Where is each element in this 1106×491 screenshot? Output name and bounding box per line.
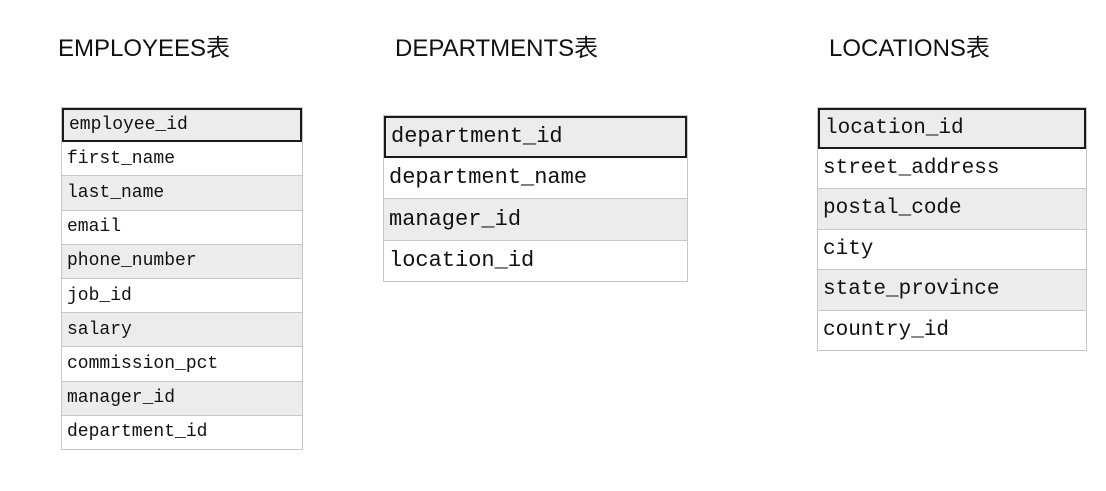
locations-table-title: LOCATIONS表 [829,35,990,62]
employees-field-list: employee_id first_name last_name email phone… [61,107,303,450]
employees-table-title: EMPLOYEES表 [58,35,231,62]
departments-field-department-id: department_id [384,116,687,158]
locations-field-country-id: country_id [818,311,1086,351]
departments-field-location-id: location_id [384,241,687,282]
employees-field-phone-number: phone_number [62,244,302,279]
employees-field-employee-id: employee_id [62,108,302,143]
departments-field-department-name: department_name [384,158,687,199]
departments-table-title: DEPARTMENTS表 [395,35,599,62]
locations-field-list: location_id street_address postal_code city… [817,107,1087,351]
employees-field-last-name: last_name [62,176,302,211]
locations-field-location-id: location_id [818,108,1086,149]
employees-field-email: email [62,211,302,245]
employees-field-department-id: department_id [62,416,302,450]
employees-field-commission-pct: commission_pct [62,347,302,382]
departments-field-manager-id: manager_id [384,199,687,241]
employees-field-manager-id: manager_id [62,381,302,416]
departments-field-list: department_id department_name manager_id lo… [383,115,688,282]
locations-field-postal-code: postal_code [818,189,1086,230]
locations-field-street-address: street_address [818,149,1086,189]
employees-field-job-id: job_id [62,279,302,314]
locations-field-state-province: state_province [818,270,1086,311]
employees-field-first-name: first_name [62,142,302,177]
employees-field-salary: salary [62,313,302,348]
locations-field-city: city [818,230,1086,270]
